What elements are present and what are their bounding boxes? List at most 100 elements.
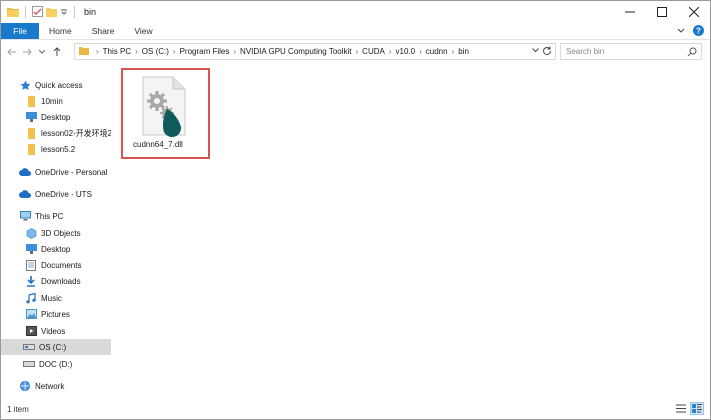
breadcrumb-separator: › xyxy=(96,47,99,56)
breadcrumb-bin[interactable]: bin xyxy=(458,47,469,56)
breadcrumb-separator: › xyxy=(419,47,422,56)
navigation-pane: Quick access 10min Desktop lesson02-开发环境… xyxy=(1,71,111,397)
close-button[interactable] xyxy=(678,1,710,23)
sidebar-item-label: Network xyxy=(35,381,65,391)
help-icon[interactable]: ? xyxy=(693,24,704,38)
cloud-icon xyxy=(19,188,31,200)
cursor-pointer-icon xyxy=(163,109,182,137)
customize-toolbar-chevron-icon[interactable] xyxy=(60,7,68,17)
toolbar-separator xyxy=(74,6,75,18)
sidebar-item-label: Desktop xyxy=(41,244,71,254)
properties-icon[interactable] xyxy=(32,5,43,19)
tab-home[interactable]: Home xyxy=(39,23,82,39)
expand-ribbon-chevron-icon[interactable] xyxy=(677,26,685,36)
breadcrumb-cudnn[interactable]: cudnn xyxy=(426,47,448,56)
downloads-folder-icon xyxy=(25,275,37,287)
search-box[interactable] xyxy=(560,43,702,60)
search-input[interactable] xyxy=(566,47,684,56)
sidebar-item-onedrive-personal[interactable]: OneDrive - Personal xyxy=(1,164,111,180)
sidebar-item-label: Pictures xyxy=(41,309,70,319)
computer-icon xyxy=(19,210,31,222)
minimize-button[interactable] xyxy=(614,1,646,23)
address-bar[interactable]: › This PC › OS (C:) › Program Files › NV… xyxy=(74,43,556,60)
breadcrumb-separator: › xyxy=(388,47,392,56)
tab-view[interactable]: View xyxy=(124,23,162,39)
file-item-cudnn-dll[interactable]: cudnn64_7.dll xyxy=(121,68,210,159)
up-button[interactable] xyxy=(50,43,64,61)
forward-button[interactable] xyxy=(20,43,34,61)
music-folder-icon xyxy=(25,292,37,304)
cube-folder-icon xyxy=(25,227,37,239)
cloud-icon xyxy=(19,166,31,178)
sidebar-item-3d-objects[interactable]: 3D Objects xyxy=(1,225,111,241)
file-list-area[interactable]: cudnn64_7.dll xyxy=(113,65,710,397)
desktop-folder-icon xyxy=(25,111,37,123)
forward-arrow-icon xyxy=(23,48,32,56)
refresh-icon[interactable] xyxy=(541,45,553,59)
close-icon xyxy=(689,7,699,17)
breadcrumb-nvidia-toolkit[interactable]: NVIDIA GPU Computing Toolkit xyxy=(240,47,351,56)
sidebar-item-downloads[interactable]: Downloads xyxy=(1,273,111,289)
sidebar-item-label: lesson5.2 xyxy=(41,144,76,154)
breadcrumb-this-pc[interactable]: This PC xyxy=(103,47,131,56)
address-row: › This PC › OS (C:) › Program Files › NV… xyxy=(1,41,710,63)
file-explorer-window: bin File Home Share View ? › This PC › O… xyxy=(0,0,711,420)
breadcrumb-separator: › xyxy=(451,47,455,56)
window-title: bin xyxy=(84,7,97,17)
sidebar-item-pictures[interactable]: Pictures xyxy=(1,306,111,322)
sidebar-item-label: This PC xyxy=(35,211,64,221)
sidebar-item-lesson02[interactable]: lesson02-开发环境2 xyxy=(1,125,111,141)
sidebar-item-label: OS (C:) xyxy=(39,342,67,352)
folder-icon xyxy=(25,95,37,107)
recent-locations-button[interactable] xyxy=(35,43,49,61)
toolbar-separator xyxy=(25,6,26,18)
item-count: 1 item xyxy=(7,404,29,414)
sidebar-item-label: Music xyxy=(41,293,62,303)
sidebar-item-lesson5-2[interactable]: lesson5.2 xyxy=(1,141,111,157)
sidebar-item-documents[interactable]: Documents xyxy=(1,257,111,273)
tab-share[interactable]: Share xyxy=(82,23,125,39)
sidebar-item-network[interactable]: Network xyxy=(1,378,111,394)
sidebar-item-quick-access[interactable]: Quick access xyxy=(1,77,111,93)
sidebar-item-this-pc[interactable]: This PC xyxy=(1,208,111,224)
view-toggle-group xyxy=(674,402,704,415)
sidebar-item-videos[interactable]: Videos xyxy=(1,323,111,339)
tab-file[interactable]: File xyxy=(1,23,39,39)
breadcrumb-separator: › xyxy=(135,47,138,56)
maximize-button[interactable] xyxy=(646,1,678,23)
address-dropdown-chevron-icon[interactable] xyxy=(532,46,539,55)
details-view-button[interactable] xyxy=(674,402,688,415)
back-button[interactable] xyxy=(5,43,19,61)
sidebar-item-doc-d[interactable]: DOC (D:) xyxy=(1,356,111,372)
breadcrumb-v10[interactable]: v10.0 xyxy=(396,47,416,56)
new-folder-icon[interactable] xyxy=(46,6,57,19)
breadcrumb-os-c[interactable]: OS (C:) xyxy=(142,47,169,56)
status-bar: 1 item xyxy=(1,399,710,419)
sidebar-item-label: 3D Objects xyxy=(41,228,81,238)
back-arrow-icon xyxy=(7,48,16,56)
breadcrumb-separator: › xyxy=(233,47,237,56)
star-icon xyxy=(19,79,31,91)
documents-folder-icon xyxy=(25,259,37,271)
maximize-icon xyxy=(657,7,667,17)
sidebar-item-label: Desktop xyxy=(41,112,71,122)
sidebar-item-os-c[interactable]: OS (C:) xyxy=(1,339,111,355)
sidebar-item-10min[interactable]: 10min xyxy=(1,93,111,109)
ribbon-right-controls: ? xyxy=(677,23,710,39)
sidebar-item-music[interactable]: Music xyxy=(1,290,111,306)
sidebar-item-desktop-quick[interactable]: Desktop xyxy=(1,109,111,125)
large-icons-view-icon xyxy=(692,404,702,413)
sidebar-item-label: Downloads xyxy=(41,276,81,286)
navigation-buttons xyxy=(5,43,64,61)
drive-icon xyxy=(23,358,35,370)
folder-icon xyxy=(25,127,37,139)
large-icons-view-button[interactable] xyxy=(690,402,704,415)
sidebar-item-label: lesson02-开发环境2 xyxy=(41,128,111,138)
svg-text:?: ? xyxy=(696,26,701,35)
sidebar-item-label: Quick access xyxy=(35,80,83,90)
minimize-icon xyxy=(625,11,635,13)
sidebar-item-onedrive-uts[interactable]: OneDrive - UTS xyxy=(1,186,111,202)
breadcrumb-program-files[interactable]: Program Files xyxy=(180,47,230,56)
breadcrumb-cuda[interactable]: CUDA xyxy=(362,47,385,56)
sidebar-item-desktop[interactable]: Desktop xyxy=(1,241,111,257)
